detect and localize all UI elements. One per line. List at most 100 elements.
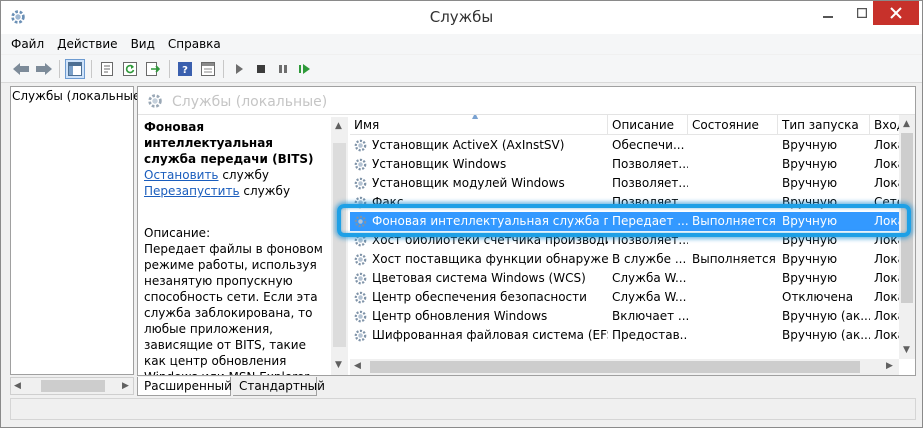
column-startup-type[interactable]: Тип запуска — [778, 115, 870, 135]
list-horizontal-scrollbar[interactable]: ◀ ▶ — [350, 359, 899, 375]
close-icon — [890, 7, 902, 19]
table-row[interactable]: Установщик ActiveX (AxInstSV) Обеспечи...… — [350, 136, 915, 155]
table-row[interactable]: Установщик модулей Windows Позволяет... Вр… — [350, 174, 915, 193]
console-tree-button[interactable] — [65, 59, 85, 79]
menu-action[interactable]: Действие — [57, 37, 117, 51]
console-tree: Службы (локальные) — [10, 86, 145, 375]
menu-help[interactable]: Справка — [168, 37, 221, 51]
service-state — [688, 136, 778, 155]
play-icon — [236, 64, 243, 74]
service-description-cell: Позволяет... — [612, 233, 688, 247]
service-description-cell: Предостав... — [612, 328, 688, 342]
service-startup-type: Вручную — [782, 195, 838, 209]
scrollbar-thumb[interactable] — [41, 380, 105, 392]
service-state — [688, 193, 778, 212]
service-state — [688, 231, 778, 250]
service-description-cell: Служба W... — [612, 290, 687, 304]
scroll-right-icon[interactable]: ▶ — [886, 361, 893, 371]
table-row[interactable]: Установщик Windows Позволяет... Вручную Лок… — [350, 155, 915, 174]
column-description[interactable]: Описание — [608, 115, 688, 135]
properties-button[interactable] — [97, 59, 117, 79]
table-row[interactable]: Центр обновления Windows Включает ... Вруч… — [350, 307, 915, 326]
scroll-down-icon[interactable]: ▼ — [335, 360, 342, 370]
scrollbar-thumb[interactable] — [333, 143, 346, 347]
table-row[interactable]: Цветовая система Windows (WCS) Служба W..… — [350, 269, 915, 288]
toolbar: ? — [1, 55, 922, 83]
maximize-icon — [857, 8, 867, 18]
table-row[interactable]: Центр обеспечения безопасности Служба W..… — [350, 288, 915, 307]
view-tabs: Расширенный Стандартный — [137, 377, 437, 397]
scroll-right-icon[interactable]: ▶ — [122, 381, 129, 391]
help-button[interactable]: ? — [175, 59, 195, 79]
svg-text:?: ? — [182, 65, 188, 76]
pause-service-button[interactable] — [273, 59, 293, 79]
services-list: ▲ Имя Описание Состояние Тип запуска Вхо… — [350, 115, 915, 355]
table-row[interactable]: Хост поставщика функции обнаружения В слу… — [350, 250, 915, 269]
tab-extended[interactable]: Расширенный — [137, 377, 232, 396]
stop-suffix: службу — [218, 168, 270, 182]
restart-service-link[interactable]: Перезапустить — [144, 184, 240, 198]
service-description-cell: Обеспечи... — [612, 138, 685, 152]
toolbar-separator — [91, 60, 92, 78]
column-state[interactable]: Состояние — [688, 115, 778, 135]
scroll-down-icon[interactable]: ▼ — [903, 345, 910, 355]
back-button[interactable] — [11, 59, 31, 79]
service-description-cell: Включает ... — [612, 309, 688, 323]
close-button[interactable] — [873, 1, 919, 25]
table-row[interactable]: Хост библиотеки счетчика производите... П… — [350, 231, 915, 250]
forward-button[interactable] — [34, 59, 54, 79]
description-label: Описание: — [144, 226, 211, 240]
scrollbar-thumb[interactable] — [901, 133, 913, 303]
table-row[interactable]: Шифрованная файловая система (EFS) Предос… — [350, 326, 915, 345]
scroll-left-icon[interactable]: ◀ — [14, 381, 21, 391]
arrow-right-icon — [36, 63, 52, 75]
service-state — [688, 174, 778, 193]
scrollbar-thumb[interactable] — [370, 361, 860, 373]
scroll-left-icon[interactable]: ◀ — [354, 361, 361, 371]
menu-bar: Файл Действие Вид Справка — [1, 34, 922, 54]
status-bar — [10, 398, 916, 420]
table-row[interactable]: Факс Позволяет... Вручную Сете — [350, 193, 915, 212]
service-description: Описание: Передает файлы в фоновом режим… — [144, 225, 326, 375]
gear-icon — [148, 94, 162, 108]
service-startup-type: Вручную — [782, 233, 838, 247]
service-startup-type: Вручную — [782, 214, 838, 228]
stop-icon — [257, 65, 265, 73]
tab-standard[interactable]: Стандартный — [233, 377, 325, 396]
stop-service-button[interactable] — [251, 59, 271, 79]
service-state: Выполняется — [692, 252, 776, 266]
list-vertical-scrollbar[interactable]: ▲ ▼ — [899, 115, 915, 359]
restart-service-button[interactable] — [295, 59, 315, 79]
view-pane-button[interactable] — [198, 59, 218, 79]
start-service-button[interactable] — [229, 59, 249, 79]
minimize-button[interactable] — [811, 1, 845, 25]
menu-view[interactable]: Вид — [131, 37, 155, 51]
details-vertical-scrollbar[interactable]: ▲ ▼ — [331, 117, 348, 375]
service-name: Хост поставщика функции обнаружения — [372, 252, 608, 266]
export-list-button[interactable] — [143, 59, 163, 79]
pause-icon — [279, 65, 287, 73]
services-window: Службы Файл Действие Вид Справка ? Служб… — [0, 0, 923, 428]
title-bar: Службы — [1, 1, 922, 34]
description-text: Передает файлы в фоновом режиме работы, … — [144, 242, 323, 375]
tree-item-local-services[interactable]: Службы (локальные) — [12, 89, 145, 103]
service-state — [688, 288, 778, 307]
table-row[interactable]: Фоновая интеллектуальная служба пер... Пе… — [350, 212, 915, 231]
service-state — [688, 269, 778, 288]
service-description-cell: Позволяет... — [612, 195, 688, 209]
scroll-up-icon[interactable]: ▲ — [335, 121, 342, 131]
scroll-up-icon[interactable]: ▲ — [903, 119, 910, 129]
service-name: Центр обновления Windows — [372, 309, 548, 323]
service-startup-type: Вручную (ак... — [782, 309, 870, 323]
refresh-button[interactable] — [120, 59, 140, 79]
menu-file[interactable]: Файл — [11, 37, 44, 51]
column-name[interactable]: Имя — [350, 115, 608, 135]
service-startup-type: Вручную — [782, 271, 838, 285]
properties-icon — [101, 62, 113, 76]
toolbar-separator — [59, 60, 60, 78]
service-name: Факс — [372, 195, 404, 209]
arrow-left-icon — [13, 63, 29, 75]
refresh-icon — [123, 62, 137, 76]
tree-horizontal-scrollbar[interactable]: ◀ ▶ — [10, 377, 134, 395]
stop-service-link[interactable]: Остановить — [144, 168, 219, 182]
